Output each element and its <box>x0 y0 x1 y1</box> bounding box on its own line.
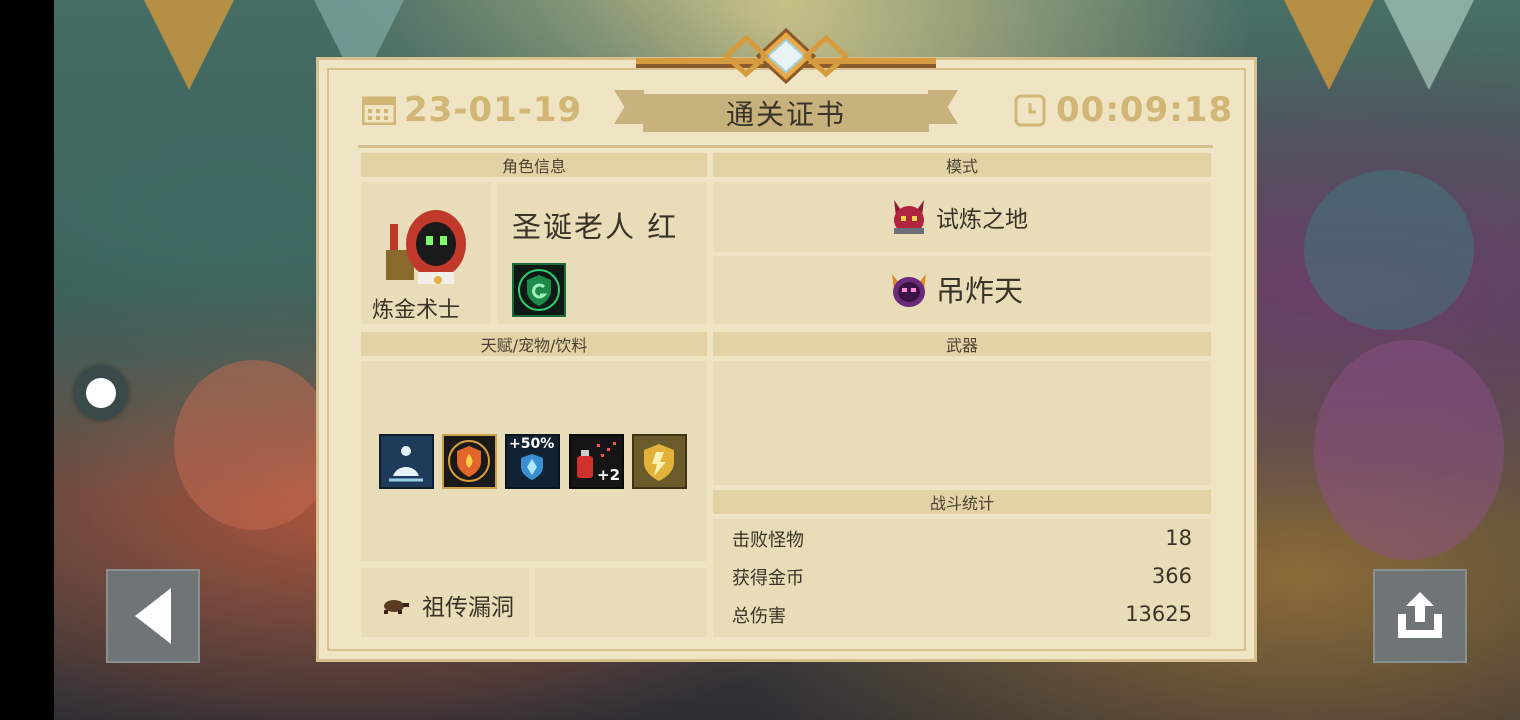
purple-demon-icon <box>892 274 926 307</box>
talent-item[interactable]: +2 <box>569 434 624 489</box>
stat-value: 366 <box>1151 564 1192 588</box>
weapons-section-header: 武器 <box>713 332 1211 356</box>
mode-item-difficulty: 吊炸天 <box>888 268 1023 310</box>
character-portrait-box: 炼金术士 <box>361 182 491 324</box>
pet-item: 祖传漏洞 <box>380 588 514 622</box>
talent-item[interactable] <box>442 434 497 489</box>
meditation-icon <box>389 446 423 482</box>
stat-row-damage: 总伤害 13625 <box>732 602 1192 628</box>
stat-label: 击败怪物 <box>732 530 804 551</box>
bunting-flag <box>1384 0 1474 90</box>
battle-stats-section-header: 战斗统计 <box>713 490 1211 514</box>
stat-value: 18 <box>1165 526 1192 550</box>
skill-shield-icon[interactable] <box>512 263 566 317</box>
header-divider <box>358 145 1213 148</box>
turtle-icon <box>384 600 409 614</box>
pet-name: 祖传漏洞 <box>422 595 514 621</box>
back-arrow-icon <box>135 588 171 644</box>
stat-row-kills: 击败怪物 18 <box>732 526 1192 552</box>
mode-item-trial: 试炼之地 <box>888 196 1028 238</box>
mode-label: 试炼之地 <box>936 207 1028 233</box>
talents-section-header: 天赋/宠物/饮料 <box>361 332 707 356</box>
floating-assist-button[interactable] <box>74 366 128 420</box>
horned-demon-icon <box>894 200 924 234</box>
stat-value: 13625 <box>1125 602 1192 626</box>
certificate-title: 通关证书 <box>643 94 929 132</box>
calendar-icon <box>362 96 396 125</box>
mode-section-header: 模式 <box>713 153 1211 177</box>
stat-label: 获得金币 <box>732 568 804 589</box>
clock-icon <box>1014 94 1046 127</box>
gold-shield-icon <box>644 444 674 481</box>
character-name: 圣诞老人 红 <box>512 210 679 244</box>
talent-item[interactable] <box>379 434 434 489</box>
background-creature <box>174 360 334 530</box>
talent-item[interactable]: +50% <box>505 434 560 489</box>
fire-shield-icon <box>448 440 490 482</box>
date-text: 23-01-19 <box>404 90 583 130</box>
back-button[interactable] <box>106 569 200 663</box>
stat-label: 总伤害 <box>732 606 786 627</box>
talent-badge: +50% <box>509 436 555 452</box>
clear-date: 23-01-19 <box>362 90 582 130</box>
bunting-flag <box>1284 0 1374 90</box>
stat-row-gold: 获得金币 366 <box>732 564 1192 590</box>
character-portrait-icon <box>386 210 466 284</box>
background-creature <box>1304 170 1474 330</box>
talent-badge: +2 <box>597 466 621 484</box>
drink-box <box>535 568 707 637</box>
time-text: 00:09:18 <box>1056 90 1234 130</box>
clear-time: 00:09:18 <box>1014 90 1233 130</box>
talent-item[interactable] <box>632 434 687 489</box>
share-icon <box>1398 592 1442 638</box>
character-section-header: 角色信息 <box>361 153 707 177</box>
character-class: 炼金术士 <box>372 298 461 323</box>
background-creature <box>1314 340 1504 560</box>
green-shield-icon <box>518 269 560 311</box>
crest-ornament <box>636 28 936 84</box>
mode-label: 吊炸天 <box>936 274 1024 308</box>
weapons-box <box>713 361 1211 485</box>
share-button[interactable] <box>1373 569 1467 663</box>
bunting-flag <box>144 0 234 90</box>
